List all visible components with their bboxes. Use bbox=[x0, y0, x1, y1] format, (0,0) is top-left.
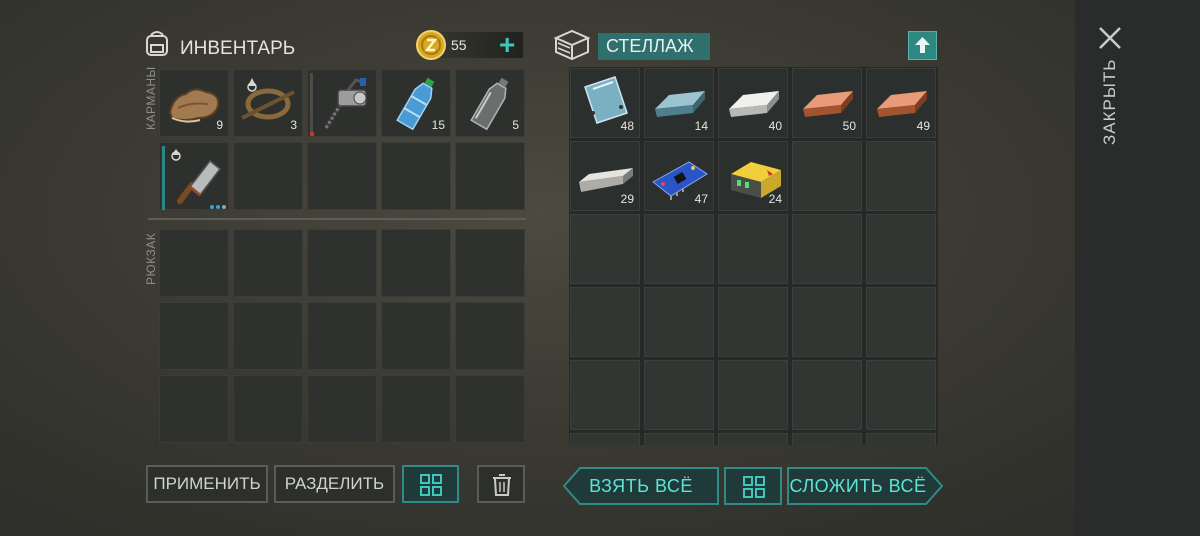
container-slot-empty[interactable] bbox=[718, 360, 788, 430]
container-slot-empty[interactable] bbox=[792, 433, 862, 445]
backpack-slot[interactable] bbox=[233, 302, 303, 370]
container-slot-empty[interactable] bbox=[866, 360, 936, 430]
pocket-slot-drill[interactable] bbox=[307, 69, 377, 137]
container-slot-empty[interactable] bbox=[866, 287, 936, 357]
coin-count: 55 bbox=[451, 37, 467, 53]
item-count: 29 bbox=[620, 192, 634, 206]
close-icon[interactable] bbox=[1096, 24, 1124, 52]
item-count: 49 bbox=[916, 119, 930, 133]
pocket-slot-empty[interactable] bbox=[455, 142, 525, 210]
item-count: 9 bbox=[216, 118, 223, 132]
coin-icon bbox=[416, 30, 446, 60]
container-slot-empty[interactable] bbox=[866, 433, 936, 445]
container-slot-empty[interactable] bbox=[644, 287, 714, 357]
container-grid: 48 14 40 50 49 29 47 24 bbox=[569, 67, 938, 445]
inventory-sort-button[interactable] bbox=[402, 465, 459, 503]
container-slot-empty[interactable] bbox=[718, 287, 788, 357]
coin-balance: 55 + bbox=[415, 30, 525, 60]
close-panel bbox=[1075, 0, 1200, 536]
backpack-slot[interactable] bbox=[307, 302, 377, 370]
pocket-slot-water[interactable]: 15 bbox=[381, 69, 451, 137]
pocket-slot-bottle[interactable]: 5 bbox=[455, 69, 525, 137]
container-slot-empty[interactable] bbox=[644, 214, 714, 284]
container-slot-circuit[interactable]: 47 bbox=[644, 141, 714, 211]
grid-sort-icon bbox=[420, 474, 442, 496]
take-all-label: ВЗЯТЬ ВСЁ bbox=[589, 476, 693, 496]
backpack-label: РЮКЗАК bbox=[144, 232, 158, 285]
backpack-slot[interactable] bbox=[159, 302, 229, 370]
pocket-slot-empty[interactable] bbox=[307, 142, 377, 210]
backpack-slot[interactable] bbox=[455, 302, 525, 370]
backpack-slot[interactable] bbox=[381, 375, 451, 443]
pockets-divider bbox=[148, 218, 526, 220]
pocket-slot-cleaver[interactable] bbox=[159, 142, 229, 210]
crate-icon bbox=[553, 29, 591, 60]
grid-sort-icon bbox=[743, 476, 765, 498]
item-count: 50 bbox=[842, 119, 856, 133]
container-title: СТЕЛЛАЖ bbox=[598, 33, 710, 60]
item-count: 48 bbox=[620, 119, 634, 133]
item-count: 15 bbox=[431, 118, 445, 132]
put-all-label: СЛОЖИТЬ ВСЁ bbox=[789, 476, 927, 496]
hand-drill-icon bbox=[323, 78, 367, 130]
container-slot-copper[interactable]: 50 bbox=[792, 68, 862, 138]
backpack-slot[interactable] bbox=[233, 229, 303, 297]
container-slot-empty[interactable] bbox=[570, 360, 640, 430]
pockets-label: КАРМАНЫ bbox=[144, 66, 158, 130]
container-slot-aluminum[interactable]: 40 bbox=[718, 68, 788, 138]
arrow-up-icon bbox=[915, 37, 930, 53]
use-button[interactable]: ПРИМЕНИТЬ bbox=[146, 465, 268, 503]
backpack-slot[interactable] bbox=[381, 302, 451, 370]
container-slot-empty[interactable] bbox=[866, 141, 936, 211]
take-all-button[interactable]: ВЗЯТЬ ВСЁ bbox=[563, 467, 719, 505]
pocket-slot-trap[interactable]: 3 bbox=[233, 69, 303, 137]
container-slot-battery[interactable]: 24 bbox=[718, 141, 788, 211]
container-slot-empty[interactable] bbox=[644, 433, 714, 445]
container-slot-empty[interactable] bbox=[718, 214, 788, 284]
item-count: 3 bbox=[290, 118, 297, 132]
backpack-slot[interactable] bbox=[307, 229, 377, 297]
container-slot-empty[interactable] bbox=[570, 433, 640, 445]
item-count: 5 bbox=[512, 118, 519, 132]
pocket-slot-empty[interactable] bbox=[233, 142, 303, 210]
item-count: 47 bbox=[694, 192, 708, 206]
backpack-slot[interactable] bbox=[159, 229, 229, 297]
leather-icon bbox=[168, 88, 220, 123]
container-slot-empty[interactable] bbox=[792, 287, 862, 357]
container-slot-copper[interactable]: 49 bbox=[866, 68, 936, 138]
backpack-slot[interactable] bbox=[233, 375, 303, 443]
trash-icon bbox=[493, 474, 511, 496]
container-slot-empty[interactable] bbox=[792, 360, 862, 430]
split-button[interactable]: РАЗДЕЛИТЬ bbox=[274, 465, 395, 503]
close-label[interactable]: ЗАКРЫТЬ bbox=[1100, 59, 1120, 145]
container-slot-empty[interactable] bbox=[644, 360, 714, 430]
container-slot-empty[interactable] bbox=[718, 433, 788, 445]
pocket-slot-leather[interactable]: 9 bbox=[159, 69, 229, 137]
item-count: 24 bbox=[768, 192, 782, 206]
container-slot-empty[interactable] bbox=[792, 141, 862, 211]
container-slot-steel[interactable]: 14 bbox=[644, 68, 714, 138]
backpack-slot[interactable] bbox=[381, 229, 451, 297]
transfer-up-button[interactable] bbox=[908, 31, 937, 60]
item-count: 40 bbox=[768, 119, 782, 133]
backpack-slot[interactable] bbox=[159, 375, 229, 443]
cleaver-icon bbox=[171, 149, 226, 209]
backpack-slot[interactable] bbox=[307, 375, 377, 443]
trash-button[interactable] bbox=[477, 465, 525, 503]
container-slot-glass[interactable]: 48 bbox=[570, 68, 640, 138]
container-slot-empty[interactable] bbox=[792, 214, 862, 284]
backpack-slot[interactable] bbox=[455, 229, 525, 297]
put-all-button[interactable]: СЛОЖИТЬ ВСЁ bbox=[787, 467, 943, 505]
container-slot-empty[interactable] bbox=[570, 214, 640, 284]
item-count: 14 bbox=[694, 119, 708, 133]
backpack-icon bbox=[146, 31, 168, 56]
container-sort-button[interactable] bbox=[724, 467, 782, 505]
add-coins-button[interactable]: + bbox=[499, 31, 515, 59]
backpack-slot[interactable] bbox=[455, 375, 525, 443]
pocket-slot-empty[interactable] bbox=[381, 142, 451, 210]
container-slot-empty[interactable] bbox=[866, 214, 936, 284]
container-slot-metal-bar[interactable]: 29 bbox=[570, 141, 640, 211]
inventory-title: ИНВЕНТАРЬ bbox=[180, 38, 296, 59]
container-slot-empty[interactable] bbox=[570, 287, 640, 357]
